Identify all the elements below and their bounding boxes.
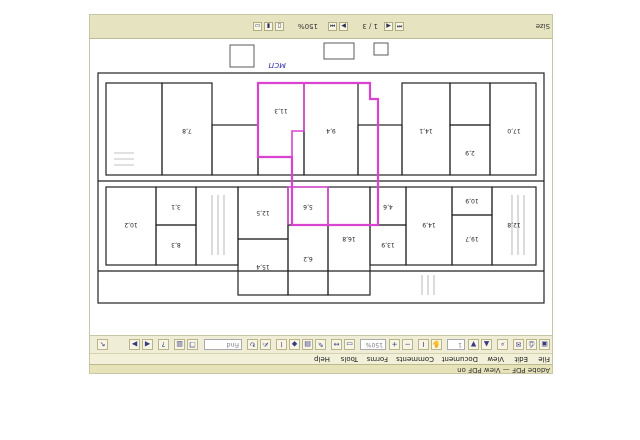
room-outline xyxy=(357,124,403,176)
menu-view[interactable]: View xyxy=(487,353,504,364)
rotated-screen: Adobe PDF — View PDF on File Edit View D… xyxy=(90,15,552,374)
prev-page-status-icon[interactable]: ◀ xyxy=(384,22,393,31)
zoom-indicator: 150% xyxy=(297,22,318,30)
zoom-out-icon[interactable]: − xyxy=(402,339,413,350)
room-area-label: 12,8 xyxy=(507,221,521,228)
toolbar: ▣ ⎙ ✉ ⌕ ▲ ▼ 1 ✋ I − + 150% ▭ ↔ ✎ ▤ ◆ ⌇ ✍… xyxy=(90,335,552,353)
single-page-icon[interactable]: ▯ xyxy=(275,22,284,31)
menu-document[interactable]: Document xyxy=(442,353,478,364)
window-title: Adobe PDF — View PDF on xyxy=(457,366,550,374)
title-bar: Adobe PDF — View PDF on xyxy=(90,364,552,374)
status-bar: Size ⏮ ◀ 1 / 3 ▶ ⏭ 150% ▯ ▮ ▭ xyxy=(90,15,552,39)
back-icon[interactable]: ◀ xyxy=(142,339,153,350)
bookmark-icon[interactable]: ❐ xyxy=(187,339,198,350)
room-outline xyxy=(195,186,239,266)
menu-bar: File Edit View Document Comments Forms T… xyxy=(90,353,552,364)
menu-edit[interactable]: Edit xyxy=(514,353,528,364)
document-area[interactable]: 12,8 19,7 10,9 14,9 13,9 16,8 6,2 15,4 5… xyxy=(90,39,552,335)
next-page-status-icon[interactable]: ▶ xyxy=(339,22,348,31)
pages-icon[interactable]: ▥ xyxy=(174,339,185,350)
room-area-label: 8,3 xyxy=(171,241,181,248)
search-icon[interactable]: ⌕ xyxy=(497,339,508,350)
attach-icon[interactable]: ⌇ xyxy=(276,339,287,350)
hand-tool-icon[interactable]: ✋ xyxy=(431,339,442,350)
highlighted-unit-border-small xyxy=(291,83,305,157)
room-outline xyxy=(257,82,305,176)
floor-plan: 12,8 19,7 10,9 14,9 13,9 16,8 6,2 15,4 5… xyxy=(97,42,545,304)
room-area-label: 9,4 xyxy=(326,127,336,134)
menu-forms[interactable]: Forms xyxy=(367,353,388,364)
room-area-label: 17,0 xyxy=(507,127,521,134)
room-area-label: 11,3 xyxy=(274,107,288,114)
room-outline xyxy=(449,82,491,126)
size-label: Size xyxy=(535,22,550,30)
room-area-label: 16,8 xyxy=(342,235,356,242)
highlighted-unit-border xyxy=(256,81,380,227)
handwritten-note: мсп xyxy=(268,60,286,70)
highlight-icon[interactable]: ▤ xyxy=(302,339,313,350)
room-area-label: 2,9 xyxy=(465,149,475,156)
room-area-label: 15,4 xyxy=(256,263,270,270)
comment-icon[interactable]: ✎ xyxy=(315,339,326,350)
menu-tools[interactable]: Tools xyxy=(341,353,358,364)
menu-comments[interactable]: Comments xyxy=(396,353,434,364)
room-area-label: 14,9 xyxy=(422,221,436,228)
room-area-label: 14,1 xyxy=(419,127,433,134)
zoom-in-icon[interactable]: + xyxy=(389,339,400,350)
room-outline xyxy=(211,124,259,176)
menu-file[interactable]: File xyxy=(538,353,550,364)
last-page-icon[interactable]: ⏭ xyxy=(328,22,337,31)
select-tool-icon[interactable]: I xyxy=(418,339,429,350)
page-number-input[interactable]: 1 xyxy=(447,339,465,350)
find-input[interactable]: Find xyxy=(204,339,242,350)
room-area-label: 3,1 xyxy=(171,203,181,210)
facing-page-icon[interactable]: ▭ xyxy=(253,22,262,31)
room-area-label: 13,9 xyxy=(381,241,395,248)
fit-width-icon[interactable]: ↔ xyxy=(331,339,342,350)
room-area-label: 12,5 xyxy=(256,209,270,216)
room-area-label: 4,6 xyxy=(383,203,393,210)
sign-icon[interactable]: ✍ xyxy=(260,339,271,350)
continuous-page-icon[interactable]: ▮ xyxy=(264,22,273,31)
room-outline xyxy=(105,82,163,176)
email-icon[interactable]: ✉ xyxy=(513,339,524,350)
zoom-input[interactable]: 150% xyxy=(360,339,386,350)
page-indicator: 1 / 3 xyxy=(362,22,378,30)
pdf-viewer-window: Adobe PDF — View PDF on File Edit View D… xyxy=(89,14,553,374)
fit-page-icon[interactable]: ▭ xyxy=(344,339,355,350)
menu-help[interactable]: Help xyxy=(314,353,330,364)
find-placeholder: Find xyxy=(226,341,239,348)
room-area-label: 19,7 xyxy=(465,235,479,242)
room-area-label: 5,6 xyxy=(303,203,313,210)
help-icon[interactable]: ? xyxy=(158,339,169,350)
print-icon[interactable]: ⎙ xyxy=(526,339,537,350)
stamp-icon[interactable]: ◆ xyxy=(289,339,300,350)
prev-page-icon[interactable]: ▲ xyxy=(481,339,492,350)
next-page-icon[interactable]: ▼ xyxy=(468,339,479,350)
room-area-label: 10,9 xyxy=(465,197,479,204)
save-icon[interactable]: ▣ xyxy=(539,339,550,350)
outer-wall xyxy=(97,72,545,304)
rotate-icon[interactable]: ↻ xyxy=(247,339,258,350)
room-area-label: 10,2 xyxy=(124,221,138,228)
forward-icon[interactable]: ▶ xyxy=(129,339,140,350)
room-area-label: 7,8 xyxy=(182,127,192,134)
room-area-label: 6,2 xyxy=(303,255,313,262)
cursor-icon[interactable]: ↖ xyxy=(97,339,108,350)
first-page-icon[interactable]: ⏮ xyxy=(395,22,404,31)
